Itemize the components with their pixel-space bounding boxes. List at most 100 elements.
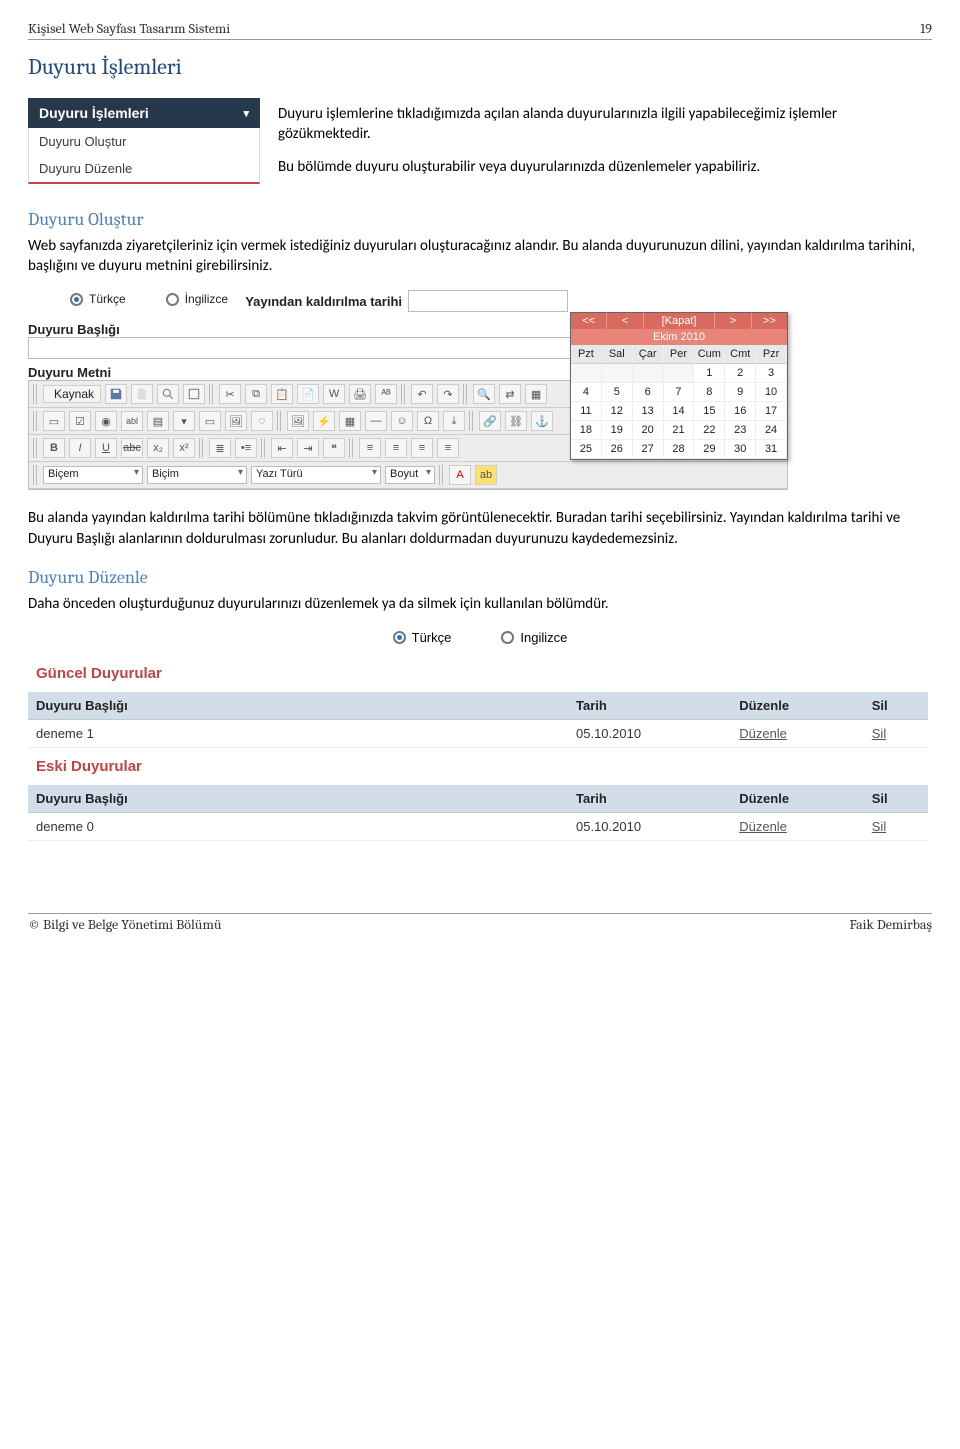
save-icon[interactable] [105, 384, 127, 404]
select-icon[interactable]: ▾ [173, 411, 195, 431]
find-icon[interactable]: 🔍 [473, 384, 495, 404]
copy-icon[interactable]: ⧉ [245, 384, 267, 404]
templates-icon[interactable] [183, 384, 205, 404]
flash-icon[interactable]: ⚡ [313, 411, 335, 431]
cal-cell[interactable]: 22 [694, 421, 725, 440]
cal-cell[interactable]: 21 [664, 421, 695, 440]
numbered-list-icon[interactable]: ≣ [209, 438, 231, 458]
radio-turkce-center[interactable]: Türkçe [393, 630, 452, 645]
paste-icon[interactable]: 📋 [271, 384, 293, 404]
button-icon[interactable]: ▭ [199, 411, 221, 431]
source-button[interactable]: Kaynak [43, 385, 101, 403]
image-icon[interactable]: 🖼 [287, 411, 309, 431]
cal-cell[interactable]: 24 [756, 421, 787, 440]
cut-icon[interactable]: ✂ [219, 384, 241, 404]
cal-cell[interactable]: 10 [756, 383, 787, 402]
radio-ingilizce-center[interactable]: Ingilizce [501, 630, 567, 645]
smiley-icon[interactable]: ☺ [391, 411, 413, 431]
cal-cell[interactable]: 4 [571, 383, 602, 402]
cal-cell[interactable]: 27 [633, 440, 664, 459]
cal-nav-first[interactable]: << [571, 313, 607, 329]
bg-color-icon[interactable]: ab [475, 465, 497, 485]
special-char-icon[interactable]: Ω [417, 411, 439, 431]
underline-icon[interactable]: U [95, 438, 117, 458]
superscript-icon[interactable]: x² [173, 438, 195, 458]
cal-cell[interactable]: 17 [756, 402, 787, 421]
menu-header[interactable]: Duyuru İşlemleri ▾ [28, 98, 260, 128]
preview-icon[interactable] [157, 384, 179, 404]
cal-nav-last[interactable]: >> [752, 313, 787, 329]
paste-text-icon[interactable]: 📄 [297, 384, 319, 404]
yk-date-input[interactable] [408, 290, 568, 312]
bicim-combo[interactable]: Biçim [147, 466, 247, 484]
cal-cell[interactable]: 16 [725, 402, 756, 421]
align-center-icon[interactable]: ≡ [385, 438, 407, 458]
bold-icon[interactable]: B [43, 438, 65, 458]
cal-cell[interactable]: 29 [694, 440, 725, 459]
cal-cell[interactable]: 28 [664, 440, 695, 459]
hr-icon[interactable]: ― [365, 411, 387, 431]
cal-cell[interactable]: 15 [694, 402, 725, 421]
form-icon[interactable]: ▭ [43, 411, 65, 431]
cal-cell[interactable]: 25 [571, 440, 602, 459]
cal-cell[interactable]: 13 [633, 402, 664, 421]
radio-icon[interactable]: ◉ [95, 411, 117, 431]
replace-icon[interactable]: ⇄ [499, 384, 521, 404]
cal-cell[interactable]: 6 [633, 383, 664, 402]
cal-cell[interactable]: 18 [571, 421, 602, 440]
boyut-combo[interactable]: Boyut [385, 466, 435, 484]
italic-icon[interactable]: I [69, 438, 91, 458]
delete-link[interactable]: Sil [872, 819, 886, 834]
undo-icon[interactable]: ↶ [411, 384, 433, 404]
unlink-icon[interactable]: ⛓ [505, 411, 527, 431]
cal-nav-next[interactable]: > [715, 313, 751, 329]
edit-link[interactable]: Düzenle [739, 819, 787, 834]
cal-cell[interactable]: 8 [694, 383, 725, 402]
cal-cell[interactable]: 5 [602, 383, 633, 402]
paste-word-icon[interactable]: W [323, 384, 345, 404]
subscript-icon[interactable]: x₂ [147, 438, 169, 458]
blockquote-icon[interactable]: ❝ [323, 438, 345, 458]
redo-icon[interactable]: ↷ [437, 384, 459, 404]
print-icon[interactable]: 🖨 [349, 384, 371, 404]
bullet-list-icon[interactable]: •≡ [235, 438, 257, 458]
align-left-icon[interactable]: ≡ [359, 438, 381, 458]
table-icon[interactable]: ▦ [339, 411, 361, 431]
indent-icon[interactable]: ⇥ [297, 438, 319, 458]
menu-item-olustur[interactable]: Duyuru Oluştur [28, 128, 260, 155]
cal-cell[interactable]: 9 [725, 383, 756, 402]
checkbox-icon[interactable]: ☑ [69, 411, 91, 431]
textfield-icon[interactable]: abl [121, 411, 143, 431]
link-icon[interactable]: 🔗 [479, 411, 501, 431]
cal-cell[interactable]: 23 [725, 421, 756, 440]
cal-nav-prev[interactable]: < [607, 313, 643, 329]
align-justify-icon[interactable]: ≡ [437, 438, 459, 458]
radio-ingilizce[interactable]: İngilizce [166, 292, 228, 306]
cal-cell[interactable]: 1 [694, 364, 725, 383]
new-page-icon[interactable] [131, 384, 153, 404]
strike-icon[interactable]: abc [121, 438, 143, 458]
cal-cell[interactable]: 20 [633, 421, 664, 440]
cal-cell[interactable]: 26 [602, 440, 633, 459]
menu-item-duzenle[interactable]: Duyuru Düzenle [28, 155, 260, 184]
cal-cell[interactable]: 30 [725, 440, 756, 459]
hidden-field-icon[interactable]: ◌ [251, 411, 273, 431]
cal-cell[interactable]: 12 [602, 402, 633, 421]
align-right-icon[interactable]: ≡ [411, 438, 433, 458]
cal-cell[interactable]: 14 [664, 402, 695, 421]
radio-turkce[interactable]: Türkçe [70, 292, 126, 306]
image-button-icon[interactable]: 🖼 [225, 411, 247, 431]
cal-cell[interactable]: 3 [756, 364, 787, 383]
cal-cell[interactable]: 2 [725, 364, 756, 383]
edit-link[interactable]: Düzenle [739, 726, 787, 741]
delete-link[interactable]: Sil [872, 726, 886, 741]
cal-cell[interactable]: 31 [756, 440, 787, 459]
anchor-icon[interactable]: ⚓ [531, 411, 553, 431]
outdent-icon[interactable]: ⇤ [271, 438, 293, 458]
cal-cell[interactable]: 7 [664, 383, 695, 402]
cal-cell[interactable]: 19 [602, 421, 633, 440]
select-all-icon[interactable]: ▦ [525, 384, 547, 404]
textarea-icon[interactable]: ▤ [147, 411, 169, 431]
yazi-turu-combo[interactable]: Yazı Türü [251, 466, 381, 484]
bicem-combo[interactable]: Biçem [43, 466, 143, 484]
